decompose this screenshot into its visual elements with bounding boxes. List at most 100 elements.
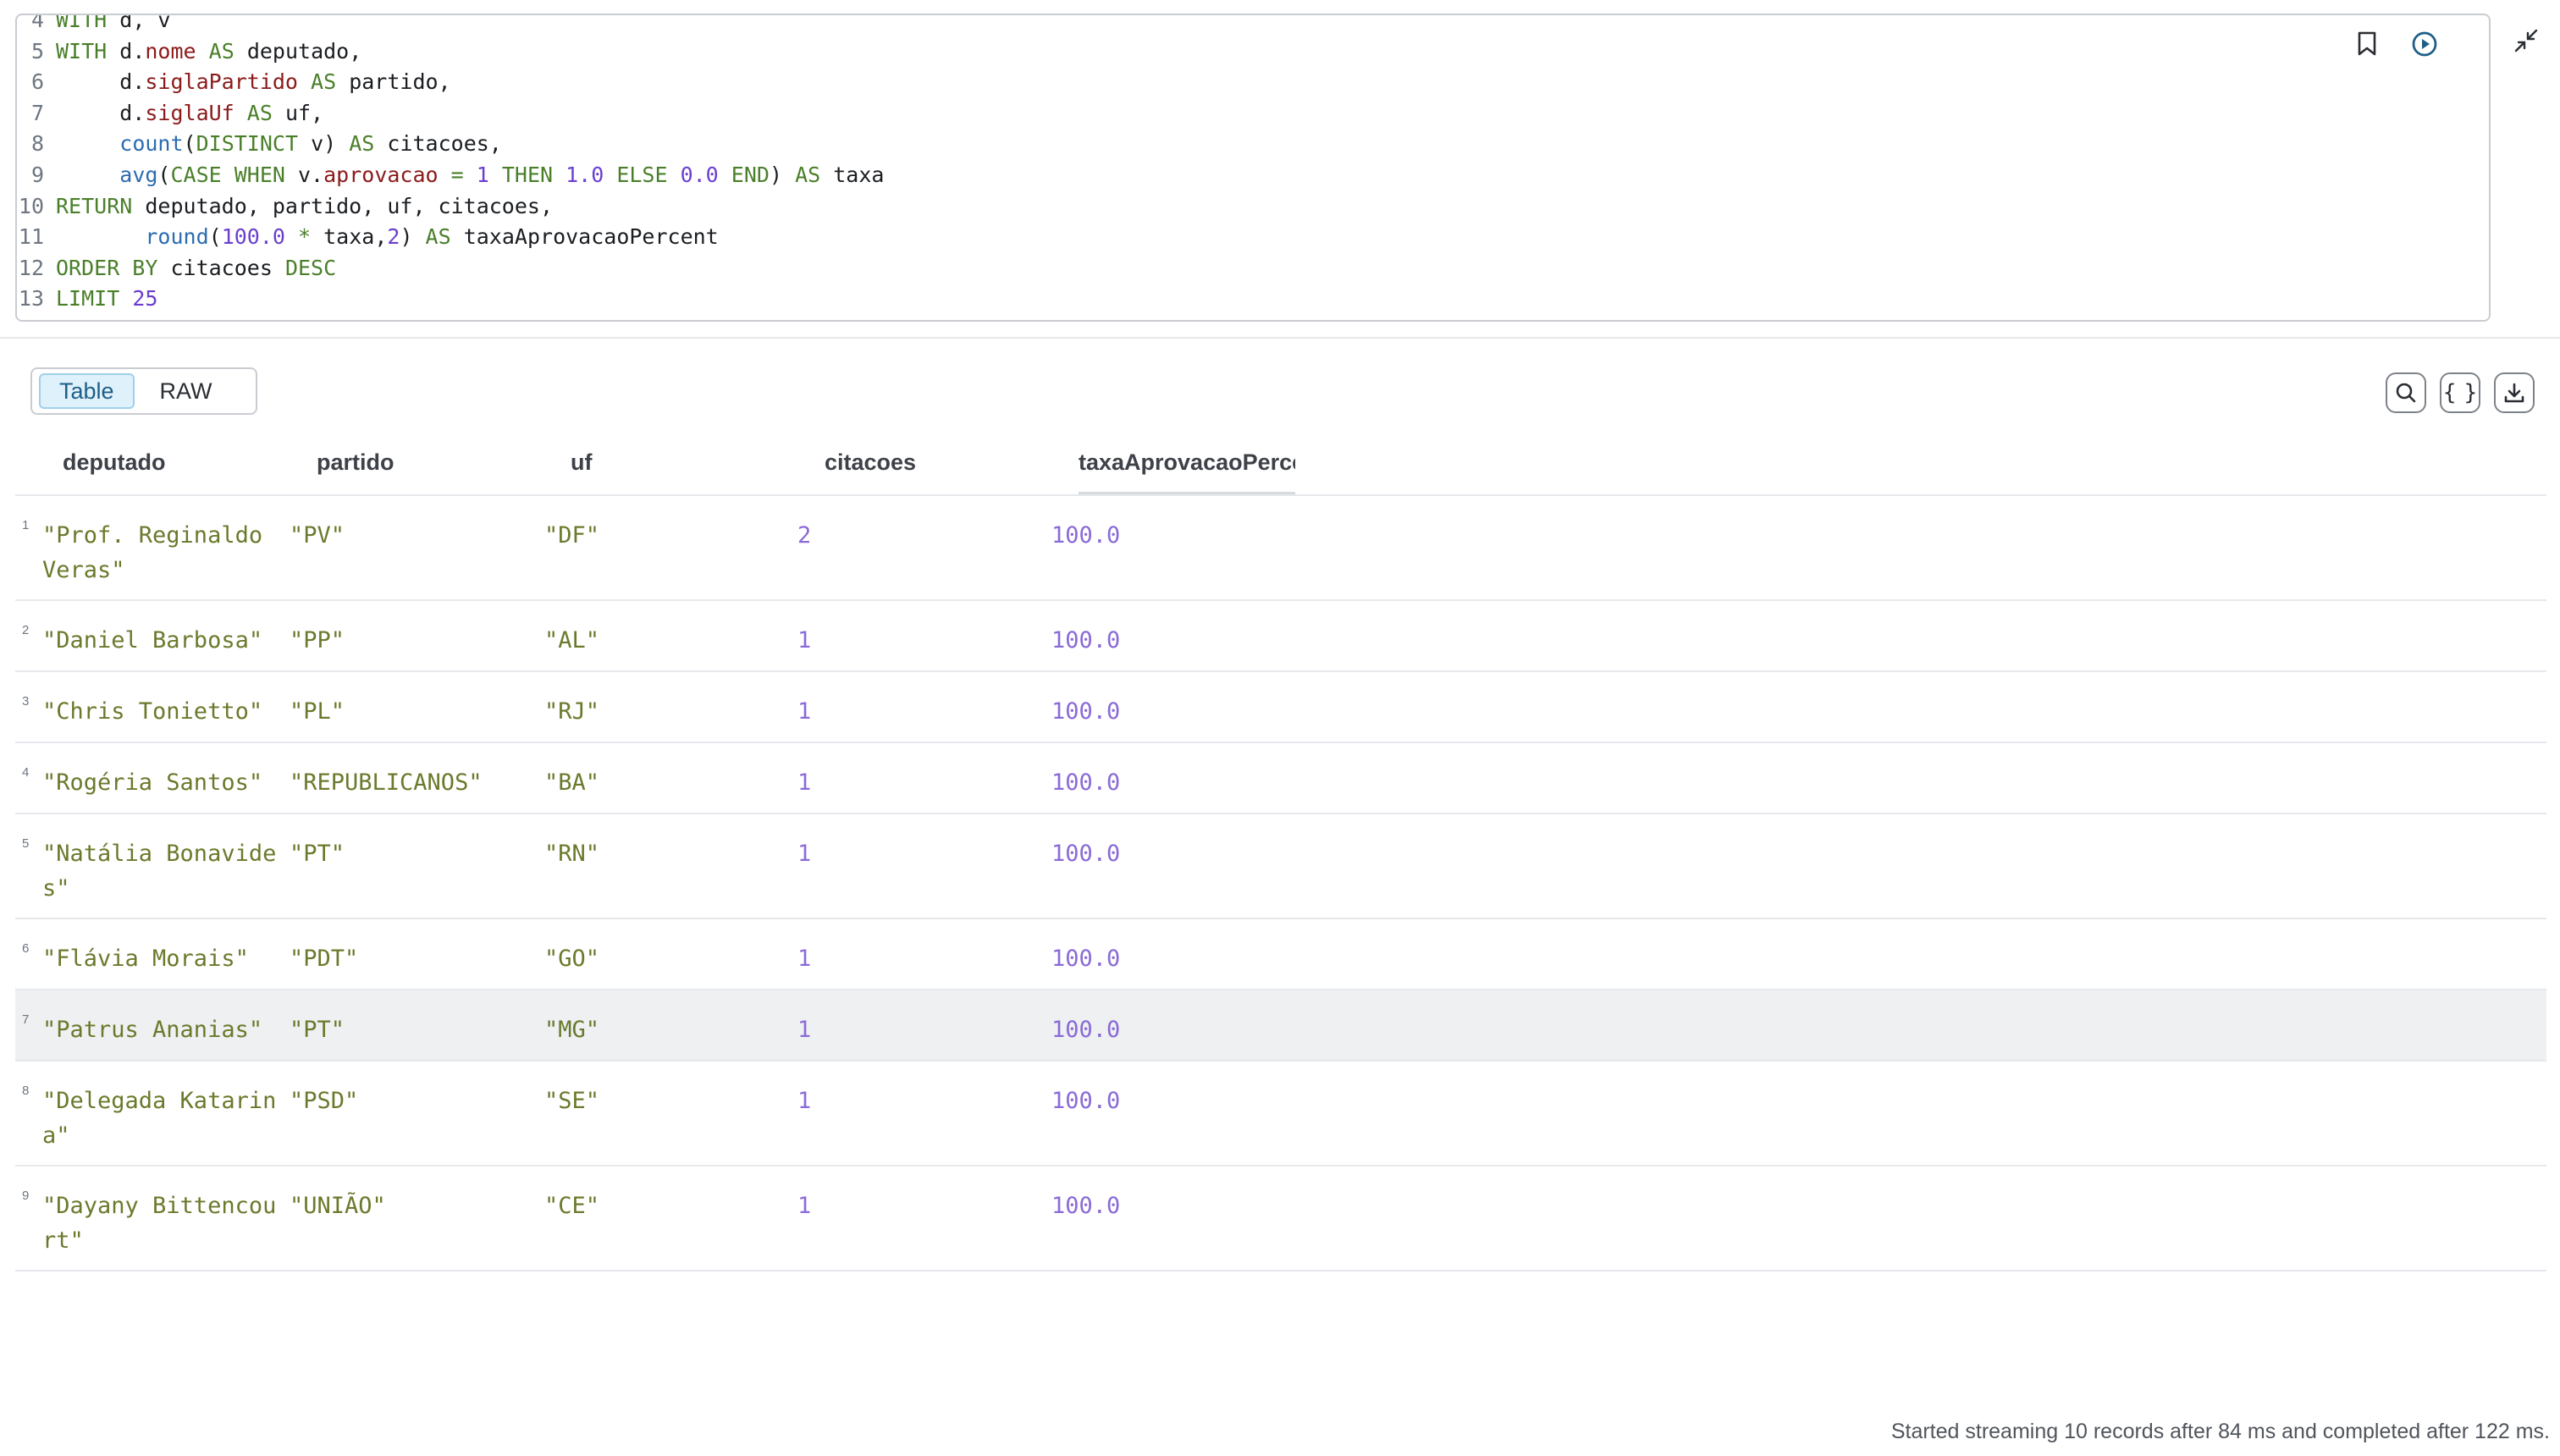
tab-table[interactable]: Table bbox=[39, 373, 135, 409]
cell-citacoes: 1 bbox=[797, 1017, 812, 1043]
column-header-uf[interactable]: uf bbox=[571, 442, 592, 494]
code-line[interactable]: 10 RETURN deputado, partido, uf, citacoes… bbox=[17, 191, 884, 223]
table-row[interactable]: 9 "Dayany Bittencourt" "UNIÃO" "CE" 1 100.0 bbox=[15, 1166, 2546, 1271]
cell-uf: "RJ" bbox=[544, 698, 600, 725]
code-token: round bbox=[145, 224, 209, 250]
table-row[interactable]: 3 "Chris Tonietto" "PL" "RJ" 1 100.0 bbox=[15, 672, 2546, 743]
cell-partido: "PP" bbox=[290, 627, 345, 654]
view-toggle: Table RAW bbox=[30, 367, 257, 415]
collapse-icon[interactable] bbox=[2511, 25, 2541, 56]
status-message: Started streaming 10 records after 84 ms… bbox=[1890, 1420, 2550, 1443]
row-number: 9 bbox=[22, 1189, 30, 1203]
code-token: AS bbox=[234, 100, 285, 125]
code-token: = bbox=[438, 162, 477, 187]
column-header-partido[interactable]: partido bbox=[317, 442, 394, 494]
code-token: ( bbox=[157, 162, 171, 187]
code-line[interactable]: 9 avg(CASE WHEN v. aprovacao = 1 THEN 1.0… bbox=[17, 160, 885, 191]
code-line[interactable]: 5 WITH d. nome AS deputado, bbox=[17, 36, 884, 68]
cell-deputado: "Natália Bonavides" bbox=[42, 841, 277, 902]
table-row[interactable]: 1 "Prof. Reginaldo Veras" "PV" "DF" 2 100.0 bbox=[15, 496, 2546, 601]
cell-citacoes: 1 bbox=[797, 769, 812, 796]
table-row[interactable]: 8 "Delegada Katarina" "PSD" "SE" 1 100.0 bbox=[15, 1062, 2546, 1166]
code-token: * bbox=[284, 224, 324, 250]
cell-taxa: 100.0 bbox=[1051, 841, 1121, 867]
code-token: v) bbox=[298, 131, 350, 157]
code-token: d. bbox=[56, 69, 146, 95]
table-row[interactable]: 2 "Daniel Barbosa" "PP" "AL" 1 100.0 bbox=[15, 601, 2546, 672]
row-number: 3 bbox=[22, 694, 30, 709]
json-button[interactable]: { } bbox=[2440, 372, 2480, 413]
row-number: 7 bbox=[22, 1012, 30, 1027]
cell-taxa: 100.0 bbox=[1051, 1193, 1121, 1219]
search-button[interactable] bbox=[2386, 372, 2426, 413]
code-line[interactable]: 7 d. siglaUf AS uf, bbox=[17, 98, 884, 130]
line-number: 5 bbox=[30, 38, 44, 63]
row-number: 8 bbox=[22, 1084, 30, 1098]
code-token: ) bbox=[769, 162, 796, 187]
line-number: 6 bbox=[30, 69, 44, 95]
column-header-deputado[interactable]: deputado bbox=[63, 442, 166, 494]
code-token: ORDER BY bbox=[56, 255, 158, 280]
code-line[interactable]: 11 round(100.0 * taxa, 2) AS taxaAprovaca… bbox=[17, 222, 884, 253]
code-token: taxa bbox=[820, 162, 885, 187]
code-token: 2 bbox=[387, 224, 400, 250]
cell-deputado: "Patrus Ananias" bbox=[42, 1017, 263, 1043]
code-token: d. bbox=[119, 38, 146, 63]
cell-uf: "GO" bbox=[544, 946, 600, 972]
table-body: 1 "Prof. Reginaldo Veras" "PV" "DF" 2 100.0 2 "… bbox=[15, 496, 2546, 1271]
code-line[interactable]: 4 WITH d, v bbox=[17, 15, 884, 36]
cell-citacoes: 1 bbox=[797, 1193, 812, 1219]
code-token: ( bbox=[183, 131, 196, 157]
code-token: deputado, partido, uf, citacoes, bbox=[132, 193, 554, 218]
cell-partido: "REPUBLICANOS" bbox=[290, 769, 483, 796]
cell-citacoes: 1 bbox=[797, 946, 812, 972]
line-number: 11 bbox=[18, 224, 44, 250]
table-row[interactable]: 4 "Rogéria Santos" "REPUBLICANOS" "BA" 1 100.… bbox=[15, 743, 2546, 814]
tab-raw[interactable]: RAW bbox=[141, 373, 231, 409]
column-header-citacoes[interactable]: citacoes bbox=[825, 442, 916, 494]
cell-deputado: "Flávia Morais" bbox=[42, 946, 249, 972]
line-number: 12 bbox=[18, 255, 44, 280]
table-row[interactable]: 6 "Flávia Morais" "PDT" "GO" 1 100.0 bbox=[15, 919, 2546, 990]
line-number: 13 bbox=[18, 286, 44, 312]
line-number: 9 bbox=[30, 162, 44, 187]
row-number: 2 bbox=[22, 623, 30, 637]
code-token: avg bbox=[119, 162, 158, 187]
code-token: 100.0 bbox=[221, 224, 285, 250]
code-token: AS bbox=[425, 224, 451, 250]
cell-citacoes: 1 bbox=[797, 698, 812, 725]
code-token: DESC bbox=[284, 255, 337, 280]
divider bbox=[0, 337, 2560, 339]
cell-citacoes: 1 bbox=[797, 841, 812, 867]
cell-partido: "PL" bbox=[290, 698, 345, 725]
code-line[interactable]: 6 d. siglaPartido AS partido, bbox=[17, 67, 884, 98]
cell-taxa: 100.0 bbox=[1051, 627, 1121, 654]
download-button[interactable] bbox=[2494, 372, 2535, 413]
cell-citacoes: 2 bbox=[797, 522, 812, 549]
code-line[interactable]: 12 ORDER BY citacoes DESC bbox=[17, 253, 884, 284]
run-icon[interactable] bbox=[2409, 29, 2440, 59]
cell-uf: "DF" bbox=[544, 522, 600, 549]
code-token: siglaPartido bbox=[145, 69, 298, 95]
table-row[interactable]: 7 "Patrus Ananias" "PT" "MG" 1 100.0 bbox=[15, 990, 2546, 1062]
cell-taxa: 100.0 bbox=[1051, 698, 1121, 725]
code-token: d. bbox=[56, 100, 146, 125]
code-token: ELSE bbox=[604, 162, 681, 187]
cell-deputado: "Chris Tonietto" bbox=[42, 698, 263, 725]
code-token: RETURN bbox=[56, 193, 133, 218]
code-area[interactable]: 4 WITH d, v 5 WITH d. nome AS deputado, 6 d. s… bbox=[17, 15, 885, 315]
code-token: partido, bbox=[349, 69, 451, 95]
query-editor[interactable]: 4 WITH d, v 5 WITH d. nome AS deputado, 6 d. s… bbox=[15, 14, 2491, 322]
code-token: 1 bbox=[476, 162, 489, 187]
code-line[interactable]: 13 LIMIT 25 bbox=[17, 284, 884, 315]
code-token: 25 bbox=[132, 286, 158, 312]
code-token: taxaAprovacaoPercent bbox=[450, 224, 719, 250]
code-token: THEN bbox=[488, 162, 566, 187]
column-header-taxa[interactable]: taxaAprovacaoPercent bbox=[1079, 442, 1295, 494]
code-line[interactable]: 8 count(DISTINCT v) AS citacoes, bbox=[17, 129, 884, 160]
code-token: deputado, bbox=[246, 38, 362, 63]
table-row[interactable]: 5 "Natália Bonavides" "PT" "RN" 1 100.0 bbox=[15, 814, 2546, 919]
bookmark-icon[interactable] bbox=[2352, 29, 2382, 59]
